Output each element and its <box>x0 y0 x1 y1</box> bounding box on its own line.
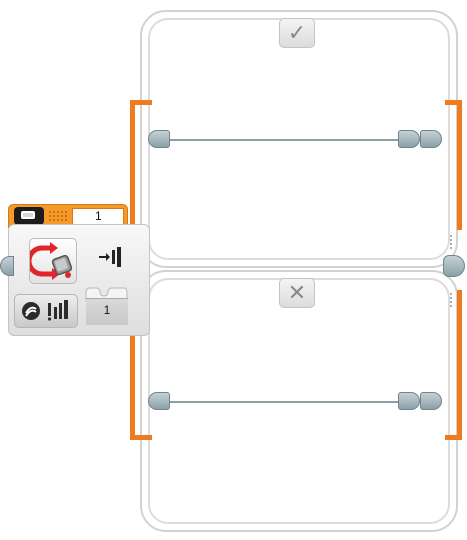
case-true-sequence-out-plug-a[interactable] <box>398 130 420 148</box>
case-true-sequence-in-plug[interactable] <box>148 130 170 148</box>
case-false-sequence-in-plug[interactable] <box>148 392 170 410</box>
compare-value-field[interactable]: 1 <box>86 298 128 325</box>
left-top-orange-bar <box>130 100 135 230</box>
right-bottom-orange-bar <box>457 290 462 440</box>
case-false-tab[interactable]: ✕ <box>279 278 315 308</box>
block-sequence-in-plug[interactable] <box>0 256 14 276</box>
port-selector-field[interactable]: 1 <box>72 208 124 225</box>
switch-sequence-out-plug[interactable] <box>443 255 465 277</box>
left-bottom-orange-cap <box>130 435 152 440</box>
mode-selector-button[interactable] <box>26 238 77 284</box>
case-false-sequence-out-plug-b[interactable] <box>420 392 442 410</box>
right-top-orange-cap <box>445 100 462 105</box>
right-bottom-orange-cap <box>445 435 462 440</box>
case-true-tab[interactable]: ✓ <box>279 18 315 48</box>
case-true-sequence-out-plug-b[interactable] <box>420 130 442 148</box>
brick-port-icon <box>14 207 44 225</box>
left-top-orange-cap <box>130 100 152 105</box>
frame-resize-grip-top[interactable] <box>449 234 453 250</box>
compare-color-icon <box>22 300 68 321</box>
left-bottom-orange-bar <box>130 330 135 440</box>
frame-resize-grip-bottom[interactable] <box>449 292 453 308</box>
case-false-sequence-wire <box>168 401 400 403</box>
loop-arrow-sensor-icon <box>26 242 73 280</box>
case-false-sequence-out-plug-a[interactable] <box>398 392 420 410</box>
output-arrow-icon <box>98 246 124 268</box>
compare-mode-button[interactable] <box>14 294 78 328</box>
case-true-sequence-wire <box>168 139 400 141</box>
right-top-orange-bar <box>457 100 462 230</box>
checkmark-icon: ✓ <box>287 20 307 45</box>
header-grip[interactable] <box>48 210 68 222</box>
x-mark-icon: ✕ <box>287 280 307 305</box>
